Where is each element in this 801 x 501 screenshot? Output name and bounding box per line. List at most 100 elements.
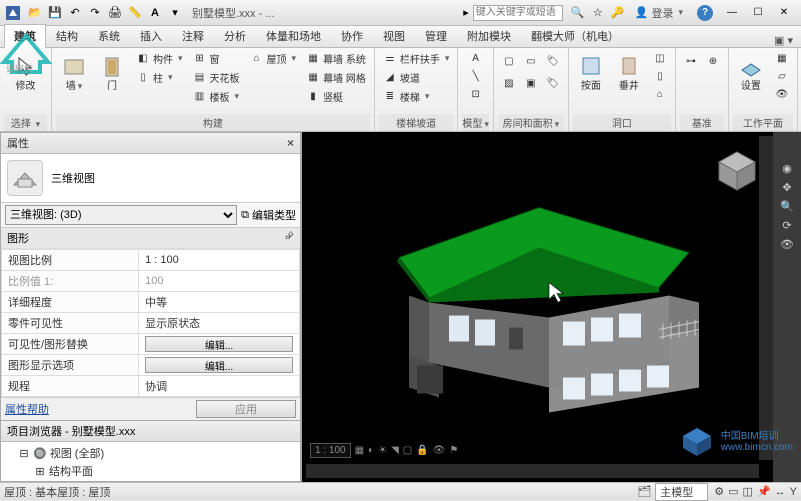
- vc-detail-icon[interactable]: ▦: [355, 445, 364, 456]
- nav-wheel-icon[interactable]: ◉: [782, 162, 792, 175]
- infocenter-key-icon[interactable]: 🔑: [609, 4, 627, 22]
- window-min-button[interactable]: —: [719, 4, 745, 22]
- level-button[interactable]: ⊶: [680, 50, 702, 72]
- floor-button[interactable]: ▥楼板▾: [189, 88, 244, 105]
- ref-plane-button[interactable]: ▱: [771, 68, 793, 84]
- mullion-button[interactable]: ▮竖梃: [302, 88, 370, 105]
- byface-button[interactable]: 按面: [573, 50, 609, 95]
- set-workplane-button[interactable]: 设置: [733, 50, 769, 95]
- railing-button[interactable]: ⚌栏杆扶手▾: [379, 50, 454, 67]
- tree-twisty-icon[interactable]: ⊟: [19, 447, 29, 460]
- window-button[interactable]: ⊞窗: [189, 50, 244, 67]
- model-text-button[interactable]: A: [465, 50, 487, 66]
- column-button[interactable]: ▯柱▾: [132, 69, 187, 86]
- qat-measure-icon[interactable]: 📏: [126, 4, 144, 22]
- wall-opening-button[interactable]: ◫: [649, 50, 671, 66]
- prop-value[interactable]: 编辑...: [139, 355, 300, 376]
- status-workset-icon[interactable]: 🗂: [637, 485, 651, 498]
- curtain-system-button[interactable]: ▦幕墙 系统: [302, 50, 370, 67]
- vert-opening-button[interactable]: ▯: [649, 68, 671, 84]
- model-line-button[interactable]: ╲: [465, 68, 487, 84]
- tab-structure[interactable]: 结构: [46, 24, 88, 47]
- status-filter-icon[interactable]: ⚙: [714, 485, 724, 498]
- qat-undo-icon[interactable]: ↶: [66, 4, 84, 22]
- prop-value[interactable]: 中等: [139, 292, 300, 313]
- tree-node[interactable]: ⊟ 楼层平面: [5, 480, 296, 482]
- vc-lock-icon[interactable]: 🔒: [416, 445, 428, 456]
- viewport-vscroll[interactable]: [759, 136, 773, 460]
- tab-analyze[interactable]: 分析: [214, 24, 256, 47]
- tab-view[interactable]: 视图: [373, 24, 415, 47]
- tab-manage[interactable]: 管理: [415, 24, 457, 47]
- ceiling-button[interactable]: ▤天花板: [189, 69, 244, 86]
- show-wp-button[interactable]: ▦: [771, 50, 793, 66]
- view-scale[interactable]: 1 : 100: [310, 443, 351, 458]
- qat-save-icon[interactable]: 💾: [46, 4, 64, 22]
- prop-edit-button[interactable]: 编辑...: [145, 336, 293, 352]
- status-xface-icon[interactable]: ◫: [743, 485, 753, 498]
- room-button[interactable]: ▢: [498, 50, 520, 72]
- qat-print-icon[interactable]: 🖨: [106, 4, 124, 22]
- help-icon[interactable]: ?: [697, 5, 713, 21]
- nav-orbit-icon[interactable]: ⟳: [782, 219, 791, 232]
- vc-shadow-icon[interactable]: ◥: [391, 445, 399, 456]
- infocenter-star-icon[interactable]: ☆: [589, 4, 607, 22]
- tree-node[interactable]: ⊟🔘 视图 (全部): [5, 444, 296, 462]
- component-button[interactable]: ◧构件▾: [132, 50, 187, 67]
- apply-button[interactable]: 应用: [196, 400, 296, 418]
- viewport-hscroll[interactable]: [306, 464, 759, 478]
- prop-value[interactable]: 显示原状态: [139, 313, 300, 334]
- vc-hide-icon[interactable]: 👁: [433, 445, 446, 456]
- user-signin[interactable]: 👤 登录 ▾: [635, 5, 683, 21]
- vc-crop-icon[interactable]: ▢: [403, 445, 412, 456]
- prop-value[interactable]: 编辑...: [139, 334, 300, 355]
- infocenter-search-icon[interactable]: 🔍: [569, 4, 587, 22]
- prop-value[interactable]: 1 : 100: [139, 250, 300, 271]
- nav-zoom-icon[interactable]: 🔍: [780, 200, 794, 213]
- vc-style-icon[interactable]: ◐: [368, 445, 374, 456]
- qat-redo-icon[interactable]: ↷: [86, 4, 104, 22]
- qat-dropdown-icon[interactable]: ▾: [166, 4, 184, 22]
- area-tag-button[interactable]: 🏷: [542, 72, 564, 94]
- edit-type-button[interactable]: ⧉编辑类型: [241, 207, 296, 223]
- dormer-button[interactable]: ⌂: [649, 86, 671, 102]
- nav-pan-icon[interactable]: ✥: [782, 181, 791, 194]
- window-max-button[interactable]: ☐: [745, 4, 771, 22]
- qat-text-icon[interactable]: A: [146, 4, 164, 22]
- prop-edit-button[interactable]: 编辑...: [145, 357, 293, 373]
- vc-reveal-icon[interactable]: ⚑: [449, 445, 458, 456]
- viewport-canvas[interactable]: [306, 136, 771, 460]
- status-drag-icon[interactable]: ↔: [775, 486, 786, 498]
- tree-twisty-icon[interactable]: ⊞: [35, 465, 45, 478]
- status-y-icon[interactable]: Y: [790, 486, 797, 498]
- area-button[interactable]: ▨: [498, 72, 520, 94]
- tab-overflow-icon[interactable]: ▣ ▾: [766, 34, 801, 47]
- tab-insert[interactable]: 插入: [130, 24, 172, 47]
- shaft-button[interactable]: 垂井: [611, 50, 647, 95]
- tab-annotate[interactable]: 注释: [172, 24, 214, 47]
- model-group-button[interactable]: ⊡: [465, 86, 487, 102]
- area-bound-button[interactable]: ▣: [520, 72, 542, 94]
- tab-massing[interactable]: 体量和场地: [256, 24, 331, 47]
- window-close-button[interactable]: ✕: [771, 4, 797, 22]
- qat-open-icon[interactable]: 📂: [26, 4, 44, 22]
- viewer-button[interactable]: 👁: [771, 86, 793, 102]
- tab-systems[interactable]: 系统: [88, 24, 130, 47]
- ramp-button[interactable]: ◢坡道: [379, 69, 454, 86]
- wall-button[interactable]: 墙▾: [56, 50, 92, 95]
- properties-close-button[interactable]: ×: [287, 136, 294, 150]
- prop-group-expand-icon[interactable]: ⮵: [285, 230, 294, 246]
- prop-value[interactable]: 100: [139, 271, 300, 292]
- nav-look-icon[interactable]: 👁: [780, 238, 794, 251]
- tab-addins[interactable]: 附加模块: [457, 24, 521, 47]
- search-input[interactable]: [473, 5, 563, 21]
- properties-help-link[interactable]: 属性帮助: [5, 401, 49, 417]
- roof-button[interactable]: ⌂屋顶▾: [246, 50, 301, 67]
- stair-button[interactable]: ≣楼梯▾: [379, 88, 454, 105]
- curtain-grid-button[interactable]: ▦幕墙 网格: [302, 69, 370, 86]
- room-sep-button[interactable]: ▭: [520, 50, 542, 72]
- prop-value[interactable]: 协调: [139, 376, 300, 397]
- properties-selector[interactable]: 三维视图: (3D): [5, 205, 237, 225]
- status-pin-icon[interactable]: 📌: [757, 485, 771, 498]
- vc-sun-icon[interactable]: ☀: [378, 445, 387, 456]
